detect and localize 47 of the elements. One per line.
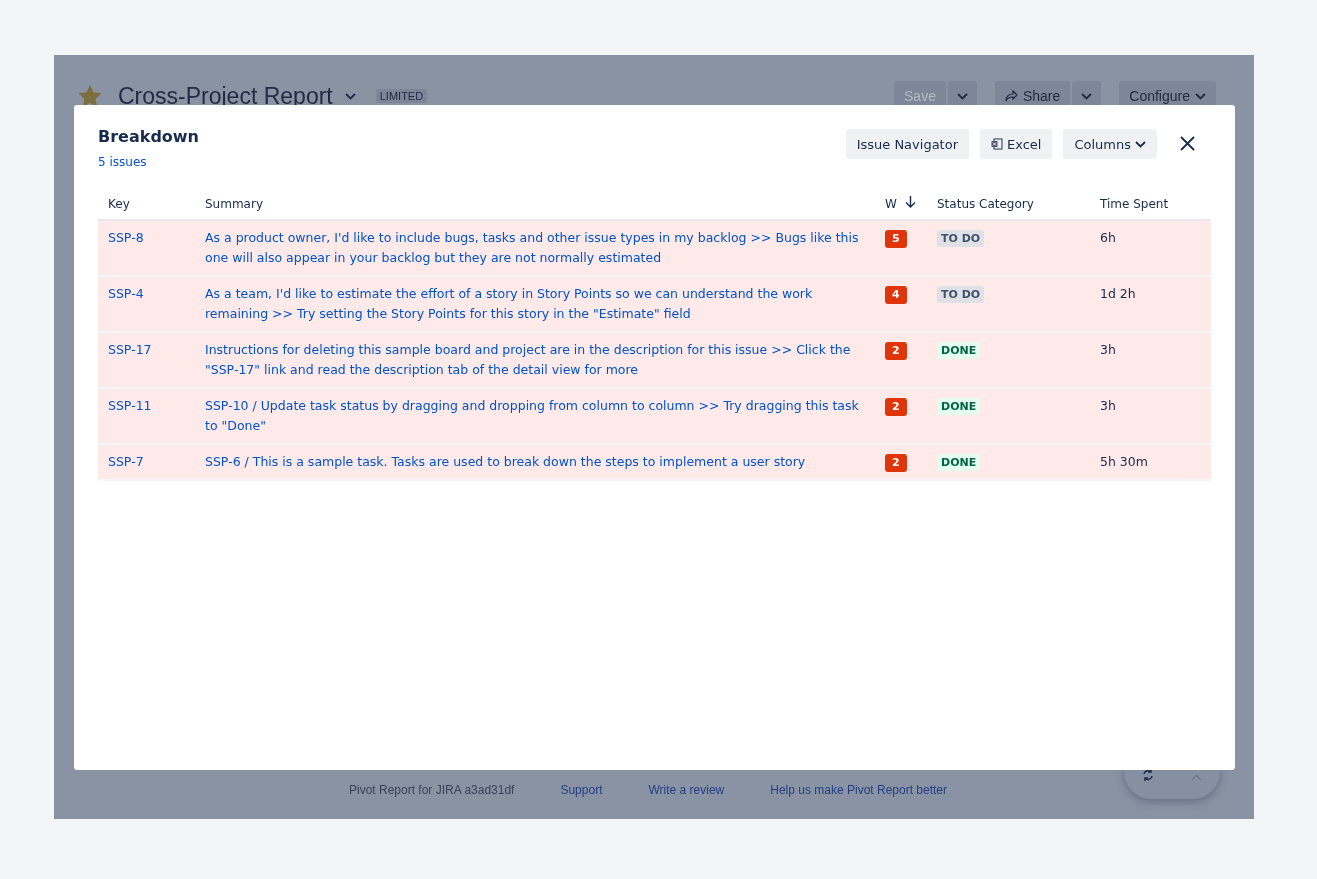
- footer-link[interactable]: Write a review: [648, 783, 725, 797]
- column-header[interactable]: Key: [108, 196, 130, 211]
- column-header[interactable]: Time Spent: [1100, 196, 1169, 211]
- time-spent: 1d 2h: [1100, 286, 1136, 301]
- toolbar-button[interactable]: Issue Navigator: [845, 129, 969, 159]
- issue-key-link[interactable]: SSP-8: [108, 230, 144, 245]
- status-lozenge: TO DO: [937, 286, 985, 303]
- close-icon[interactable]: [1180, 136, 1195, 151]
- caret-icon: [1195, 92, 1206, 100]
- caret-icon: [956, 92, 968, 100]
- status-lozenge: DONE: [937, 398, 981, 415]
- spreadsheet-icon: [991, 138, 1003, 150]
- footer-link[interactable]: Help us make Pivot Report better: [770, 783, 947, 797]
- weight-badge: 2: [885, 342, 907, 360]
- share-icon: [1004, 90, 1018, 102]
- time-spent: 6h: [1100, 230, 1116, 245]
- time-spent: 5h 30m: [1100, 454, 1148, 469]
- toolbar-button[interactable]: Columns: [1063, 129, 1157, 159]
- status-lozenge: DONE: [937, 342, 981, 359]
- issue-count[interactable]: 5 issues: [98, 155, 147, 169]
- status-lozenge: TO DO: [937, 230, 985, 247]
- sort-arrow-icon: [904, 196, 916, 208]
- dialog-title: Breakdown: [98, 127, 199, 146]
- weight-badge: 2: [885, 398, 907, 416]
- weight-badge: 4: [885, 286, 907, 304]
- caret-icon: [1135, 140, 1146, 148]
- refresh-icon[interactable]: [1142, 769, 1155, 781]
- status-badge: LIMITED: [375, 89, 428, 103]
- version-text: Pivot Report for JIRA a3ad31df: [349, 783, 515, 797]
- caret-icon[interactable]: [344, 92, 356, 100]
- issue-key-link[interactable]: SSP-11: [108, 398, 152, 413]
- toolbar-button[interactable]: Excel: [980, 129, 1053, 159]
- caret-icon: [1081, 92, 1093, 100]
- time-spent: 3h: [1100, 398, 1116, 413]
- time-spent: 3h: [1100, 342, 1116, 357]
- report-title: Cross-Project Report: [118, 82, 333, 110]
- star-icon[interactable]: [78, 85, 102, 107]
- weight-badge: 5: [885, 230, 907, 248]
- column-header[interactable]: W: [885, 197, 916, 211]
- status-lozenge: DONE: [937, 454, 981, 471]
- issue-key-link[interactable]: SSP-4: [108, 286, 144, 301]
- issue-key-link[interactable]: SSP-17: [108, 342, 152, 357]
- column-header[interactable]: Summary: [205, 196, 263, 211]
- footer-link[interactable]: Support: [560, 783, 603, 797]
- issue-key-link[interactable]: SSP-7: [108, 454, 144, 469]
- column-header[interactable]: Status Category: [937, 196, 1034, 211]
- weight-badge: 2: [885, 454, 907, 472]
